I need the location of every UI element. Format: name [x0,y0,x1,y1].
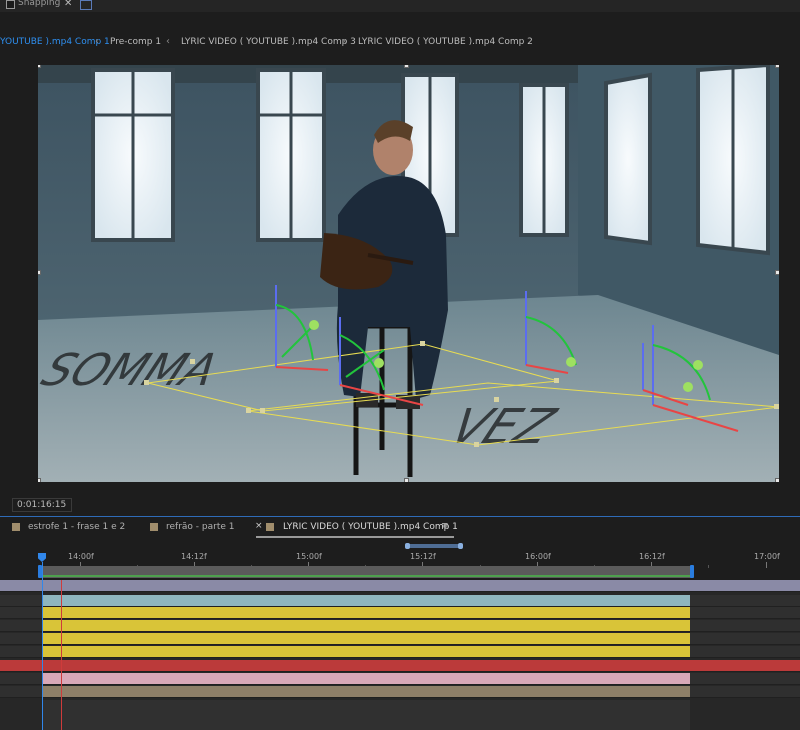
transform-handle[interactable] [38,478,41,482]
ruler-label: 14:00f [68,552,94,561]
chevron-left-icon: ‹ [343,36,347,47]
ruler-label: 14:12f [181,552,207,561]
transform-handle[interactable] [38,270,41,275]
timeline-tab-2[interactable]: refrão - parte 1 [166,522,234,532]
comp-color-swatch [266,523,274,531]
panel-menu-icon[interactable]: ≡ [441,521,449,531]
track-row [0,580,800,592]
ruler-label: 15:12f [410,552,436,561]
transform-handle[interactable] [775,270,779,275]
navigator-start-handle[interactable] [405,543,410,549]
snapping-label: Snapping [18,0,61,8]
navigator-end-handle[interactable] [458,543,463,549]
viewer-toolbar: Snapping ✕ [0,0,800,12]
snapping-checkbox[interactable] [6,0,15,9]
comp-tab-2[interactable]: Pre-comp 1 [110,37,161,47]
layer-bar[interactable] [42,607,690,618]
ruler-label: 16:00f [525,552,551,561]
panel-divider [0,516,800,517]
track-row [0,620,800,632]
layer-bar[interactable] [42,686,690,697]
time-navigator[interactable] [405,543,463,549]
comp-tab-3[interactable]: LYRIC VIDEO ( YOUTUBE ).mp4 Comp 3 [181,37,356,47]
layer-bar[interactable] [42,595,690,606]
track-row [0,660,800,672]
snap-options-icon[interactable]: ✕ [64,0,72,9]
transform-handle[interactable] [38,65,41,68]
track-row [0,595,800,607]
track-row [0,673,800,685]
track-row [0,686,800,698]
close-tab-icon[interactable]: × [255,521,263,531]
work-area-bar[interactable] [38,565,694,578]
playhead-line[interactable] [42,562,43,730]
current-time-display[interactable]: 0:01:16:15 [12,498,72,512]
ruler-label: 15:00f [296,552,322,561]
marker-line [61,580,62,730]
work-area-range [40,575,692,577]
video-frame: SOMMA VEZ [38,65,779,482]
timeline-tabs: estrofe 1 - frase 1 e 2 refrão - parte 1… [0,519,800,537]
layer-bar[interactable] [0,580,800,591]
comp-tab-1[interactable]: YOUTUBE ).mp4 Comp 1 [0,37,110,47]
comp-tab-4[interactable]: LYRIC VIDEO ( YOUTUBE ).mp4 Comp 2 [358,37,533,47]
comp-color-swatch [12,523,20,531]
snap-grid-icon[interactable] [80,0,92,10]
chevron-left-icon: ‹ [95,36,99,47]
empty-track-area [42,700,690,730]
layer-bar[interactable] [42,633,690,644]
comp-flowchart-tabs: YOUTUBE ).mp4 Comp 1 ‹ Pre-comp 1 ‹ LYRI… [0,34,800,52]
ruler-label: 16:12f [639,552,665,561]
timeline-tab-1[interactable]: estrofe 1 - frase 1 e 2 [28,522,125,532]
layer-bar[interactable] [42,620,690,631]
active-tab-indicator [256,536,454,538]
track-row [0,607,800,619]
layer-bar[interactable] [0,660,800,671]
transform-handle[interactable] [775,65,779,68]
layer-bar[interactable] [42,646,690,657]
transform-handle[interactable] [775,478,779,482]
track-row [0,646,800,658]
layer-tracks [0,580,800,730]
layer-bar[interactable] [42,673,690,684]
track-row [0,633,800,645]
chevron-left-icon: ‹ [166,36,170,47]
timeline-tab-3[interactable]: LYRIC VIDEO ( YOUTUBE ).mp4 Comp 1 [283,522,458,532]
work-area-end-handle[interactable] [690,565,694,578]
comp-color-swatch [150,523,158,531]
composition-viewer[interactable]: SOMMA VEZ [38,65,779,482]
svg-text:SOMMA: SOMMA [38,344,226,395]
transform-handle[interactable] [404,65,409,68]
ruler-label: 17:00f [754,552,780,561]
transform-handle[interactable] [404,478,409,482]
